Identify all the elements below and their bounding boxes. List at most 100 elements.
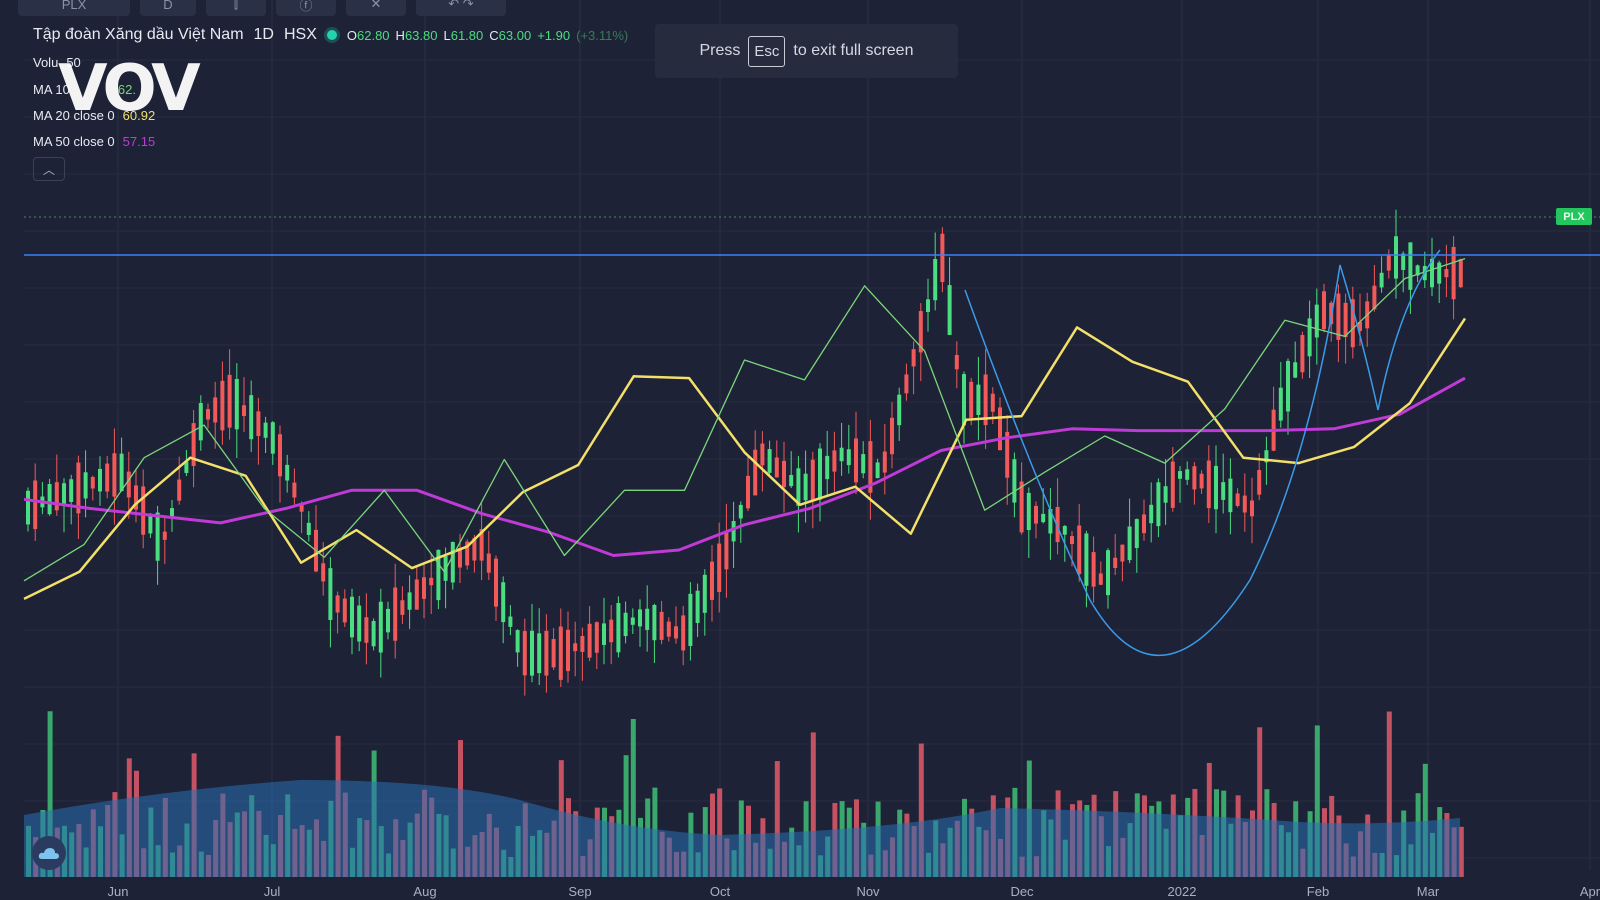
candle-body <box>429 577 434 586</box>
candle-body <box>832 450 837 472</box>
candle-body <box>1386 254 1391 271</box>
x-axis-label: Nov <box>856 884 880 899</box>
ma50-legend[interactable]: MA 50 close 0 57.15 <box>33 134 155 149</box>
candle-body <box>933 258 938 301</box>
undo-redo-button[interactable]: ↶ ↷ <box>416 0 506 16</box>
moving-averages <box>23 249 1467 657</box>
symbol-interval: 1D <box>253 26 274 43</box>
candles-icon: ⫿ <box>233 0 239 11</box>
candle-body <box>810 459 815 502</box>
candle-body <box>378 601 383 653</box>
candle-body <box>1214 465 1218 510</box>
candle-body <box>990 393 995 412</box>
candle-body <box>422 577 426 599</box>
candle-body <box>126 471 131 498</box>
candle-body <box>98 468 102 492</box>
candle-body <box>1314 304 1319 338</box>
candle-body <box>1278 387 1283 421</box>
candle-body <box>954 355 959 370</box>
candle-body <box>1149 504 1154 524</box>
candle-body <box>1300 334 1305 373</box>
x-axis-label: Apr <box>1579 884 1600 899</box>
candle-body <box>1257 470 1262 495</box>
candle-body <box>558 626 563 680</box>
candle-body <box>875 462 880 479</box>
candle-body <box>738 504 743 519</box>
symbol-name: Tập đoàn Xăng dầu Việt Nam <box>33 26 244 43</box>
candle-body <box>616 603 621 653</box>
candle-body <box>162 531 167 540</box>
candle-body <box>364 617 369 643</box>
chart-toolbar: PLX D ⫿ ⓕ ✕ ↶ ↷ <box>18 0 506 18</box>
candle-body <box>119 453 124 492</box>
candle-body <box>54 482 59 511</box>
change-value: +1.90 <box>537 27 571 43</box>
candle-body <box>227 374 232 428</box>
candle-body <box>1106 550 1110 596</box>
candle-body <box>1307 318 1312 357</box>
candle-body <box>206 409 210 420</box>
symbol-search-button[interactable]: PLX <box>18 0 130 16</box>
candle-body <box>242 405 246 417</box>
candle-body <box>1458 259 1463 288</box>
candle-body <box>1034 505 1038 524</box>
candle-body <box>818 448 822 500</box>
candle-body <box>926 299 930 313</box>
fullscreen-notice: Press Esc to exit full screen <box>655 24 958 78</box>
candle-body <box>1199 473 1204 489</box>
interval-button[interactable]: D <box>140 0 196 16</box>
esc-key: Esc <box>748 35 786 67</box>
candle-body <box>407 592 412 610</box>
candle-body <box>1322 291 1326 330</box>
candle-body <box>1228 478 1233 513</box>
candle-body <box>1170 461 1175 508</box>
candle-body <box>839 447 844 462</box>
candle-body <box>1163 486 1168 503</box>
candle-body <box>1394 236 1398 279</box>
candle-body <box>782 460 786 488</box>
candle-body <box>1221 482 1226 500</box>
candle-body <box>645 608 650 630</box>
high-value: 63.80 <box>404 27 438 43</box>
candle-body <box>940 233 945 283</box>
candle-body <box>1401 253 1406 270</box>
candle-body <box>1343 302 1348 338</box>
candle-body <box>515 630 520 653</box>
tradingview-icon[interactable] <box>32 836 66 870</box>
price-chart[interactable] <box>0 0 1600 900</box>
chevron-up-icon: ︿ <box>42 162 55 177</box>
indicators-button[interactable]: ⓕ <box>276 0 336 16</box>
candle-body <box>674 626 678 639</box>
candle-body <box>292 482 297 498</box>
collapse-legend-button[interactable]: ︿ <box>33 157 65 181</box>
candle-body <box>522 631 527 676</box>
candle-body <box>1379 272 1384 288</box>
candle-body <box>854 438 858 483</box>
candle-body <box>105 463 110 492</box>
candle-body <box>976 384 981 415</box>
candle-body <box>681 615 686 651</box>
x-axis-label: Dec <box>1010 884 1034 899</box>
x-axis-label: Jul <box>263 884 281 899</box>
candle-body <box>1444 269 1449 278</box>
candle-body <box>904 374 909 394</box>
compare-button[interactable]: ✕ <box>346 0 406 16</box>
candle-body <box>1293 362 1298 378</box>
candle-body <box>450 541 455 583</box>
candle-body <box>494 558 498 607</box>
candle-body <box>825 455 830 480</box>
candle-body <box>141 486 146 535</box>
chart-type-button[interactable]: ⫿ <box>206 0 266 16</box>
candle-body <box>414 579 419 610</box>
candle-body <box>328 568 333 620</box>
close-value: 63.00 <box>498 27 532 43</box>
candle-body <box>652 604 657 641</box>
candle-body <box>846 449 851 466</box>
candle-body <box>1286 360 1290 412</box>
compare-icon: ✕ <box>370 0 382 11</box>
candle-body <box>386 608 390 633</box>
close-key: C <box>489 27 499 43</box>
candle-body <box>602 623 606 645</box>
candle-body <box>760 443 765 466</box>
candle-body <box>1142 514 1146 534</box>
